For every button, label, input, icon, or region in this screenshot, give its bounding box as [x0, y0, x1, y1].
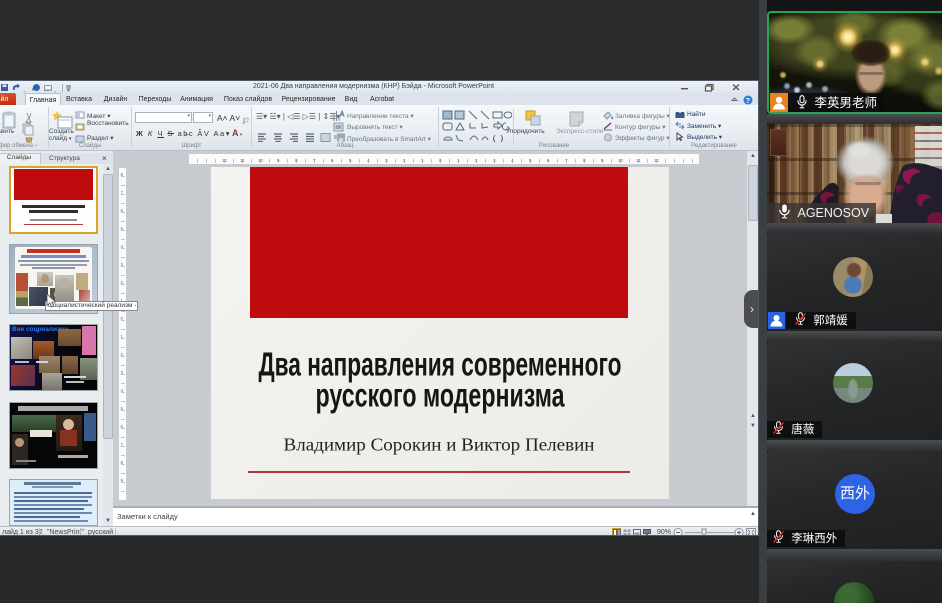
svg-text:?: ?: [746, 98, 750, 105]
svg-text:˯: ˯: [23, 84, 26, 93]
svg-text:Владимир Сорокин и Виктор Пеле: Владимир Сорокин и Виктор Пелевин: [284, 435, 595, 455]
svg-text:˯: ˯: [54, 84, 57, 93]
svg-text:русского модернизма: русского модернизма: [316, 377, 565, 414]
svg-text:A: A: [340, 112, 344, 118]
svg-text:℘: ℘: [242, 114, 249, 124]
